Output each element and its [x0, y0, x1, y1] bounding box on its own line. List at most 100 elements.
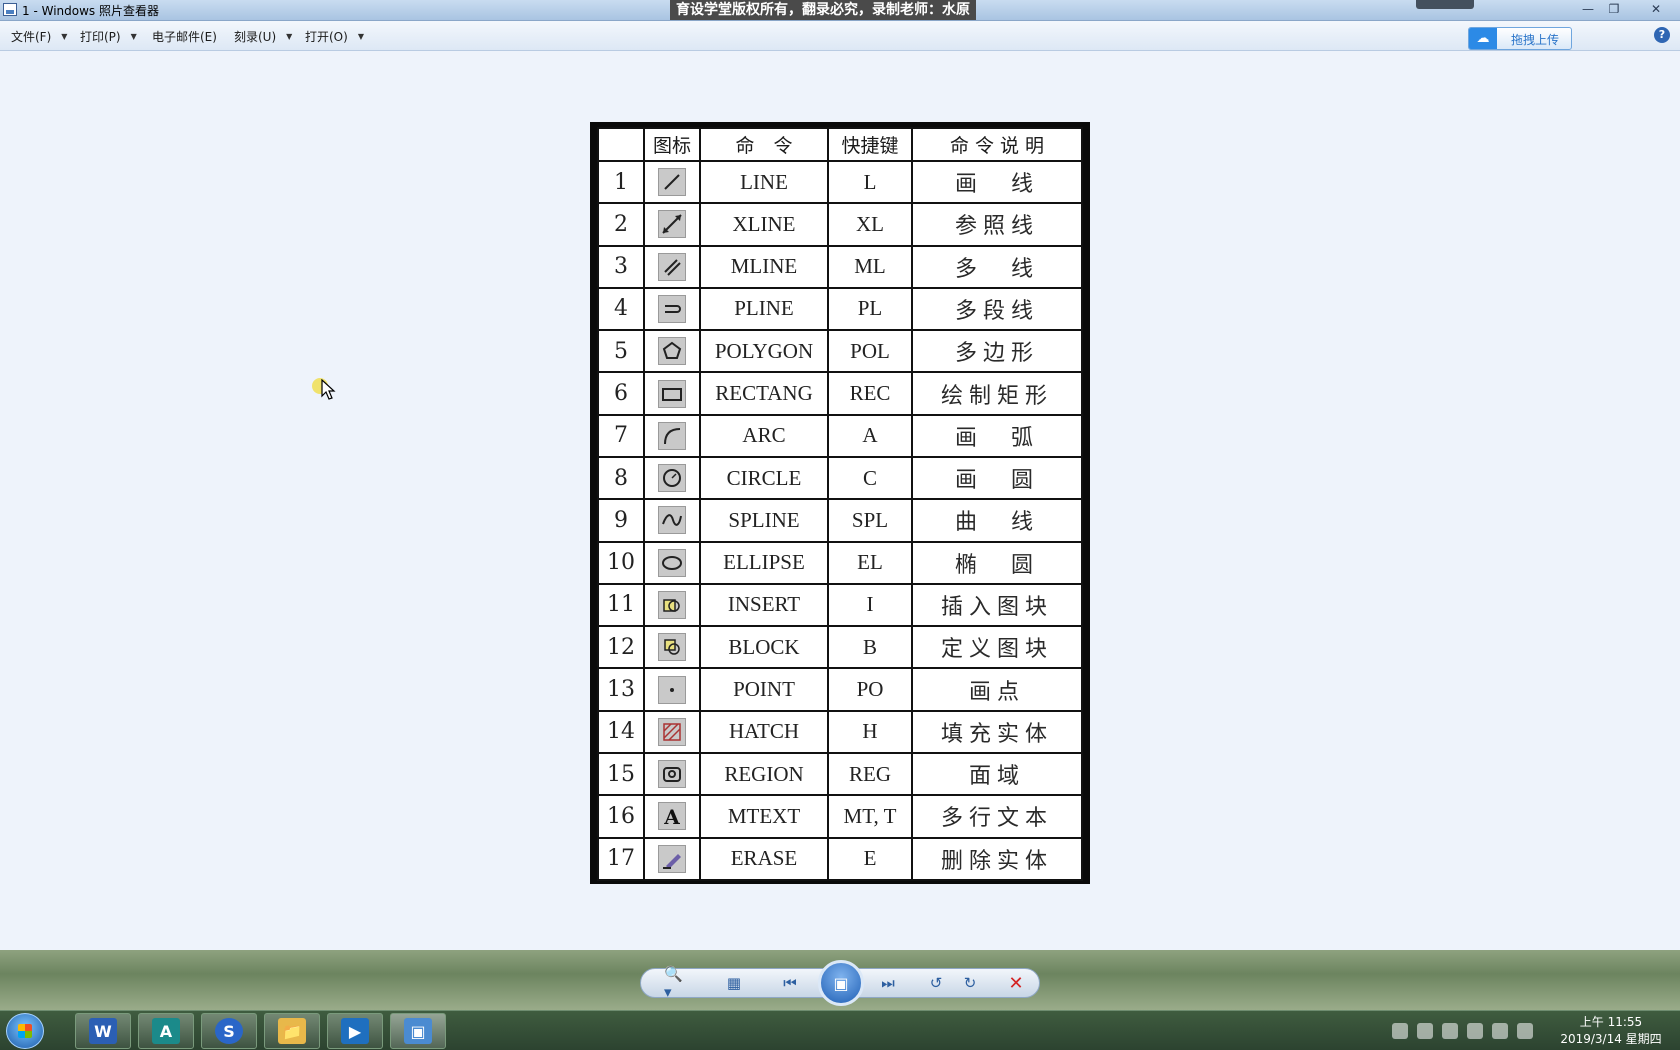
taskbar-autocad[interactable]: A [138, 1013, 194, 1049]
chevron-down-icon: ▼ [61, 32, 68, 41]
row-description: 插入图块 [911, 582, 1083, 628]
mtext-icon: A [658, 802, 686, 831]
row-icon-cell [643, 836, 701, 881]
taskbar-photo-viewer[interactable]: ▣ [390, 1013, 446, 1049]
row-command: MTEXT [699, 794, 829, 839]
menu-open-label: 打开(O) [305, 30, 348, 44]
row-command: CIRCLE [699, 455, 829, 501]
rotate-ccw-icon[interactable]: ↺ [924, 972, 948, 994]
row-command: BLOCK [699, 625, 829, 670]
menu-email[interactable]: 电子邮件(E) [152, 28, 217, 45]
table-row: 5 POLYGON POL 多边形 [597, 329, 1083, 374]
row-description: 删除实体 [911, 836, 1083, 881]
close-window-button[interactable]: ✕ [1640, 0, 1672, 18]
header-command: 命 令 [699, 127, 829, 162]
row-shortcut: REG [827, 751, 913, 797]
start-button[interactable] [6, 1013, 44, 1049]
row-icon-cell [643, 244, 701, 289]
rotate-cw-icon[interactable]: ↻ [958, 972, 982, 994]
taskbar-word[interactable]: W [75, 1013, 131, 1049]
row-command: PLINE [699, 286, 829, 332]
row-description: 画 圆 [911, 455, 1083, 501]
row-description: 面域 [911, 751, 1083, 797]
previous-icon[interactable]: ⏮ [778, 972, 802, 994]
chevron-down-icon: ▼ [130, 32, 137, 41]
help-icon[interactable]: ? [1654, 27, 1670, 43]
row-shortcut: PO [827, 667, 913, 712]
table-row: 12 BLOCK B 定义图块 [597, 625, 1083, 670]
row-index: 4 [597, 286, 645, 332]
row-icon-cell [643, 540, 701, 585]
cloud-icon[interactable] [1417, 1023, 1433, 1039]
taskbar-clock[interactable]: 上午 11:55 2019/3/14 星期四 [1548, 1014, 1674, 1048]
menu-print[interactable]: 打印(P) ▼ [80, 28, 137, 45]
row-icon-cell: A [643, 794, 701, 839]
network-icon[interactable] [1492, 1023, 1508, 1039]
volume-icon[interactable] [1517, 1023, 1533, 1039]
row-index: 10 [597, 540, 645, 585]
menu-burn-label: 刻录(U) [234, 30, 277, 44]
row-index: 13 [597, 667, 645, 712]
shield-icon[interactable] [1467, 1023, 1483, 1039]
polygon-icon [658, 337, 686, 366]
table-row: 9 SPLINE SPL 曲 线 [597, 498, 1083, 543]
row-shortcut: PL [827, 286, 913, 332]
region-icon [658, 760, 686, 789]
row-icon-cell [643, 582, 701, 628]
menu-file[interactable]: 文件(F) ▼ [11, 28, 67, 45]
zoom-icon[interactable]: 🔍▾ [664, 965, 688, 1001]
menu-print-label: 打印(P) [80, 30, 121, 44]
row-index: 2 [597, 202, 645, 247]
table-row: 17 ERASE E 删除实体 [597, 836, 1083, 881]
taskbar-sogou[interactable]: S [201, 1013, 257, 1049]
row-command: POLYGON [699, 329, 829, 374]
drag-upload-button[interactable]: ☁ 拖拽上传 [1468, 27, 1572, 50]
arc-icon [658, 421, 686, 450]
row-shortcut: POL [827, 329, 913, 374]
slideshow-icon[interactable]: ▣ [818, 960, 864, 1006]
row-shortcut: I [827, 582, 913, 628]
xline-icon [658, 210, 686, 239]
row-command: ELLIPSE [699, 540, 829, 585]
row-index: 14 [597, 709, 645, 754]
header-index [597, 127, 645, 162]
recorder-icon[interactable] [1442, 1023, 1458, 1039]
table-row: 16 A MTEXT MT, T 多行文本 [597, 794, 1083, 839]
next-icon[interactable]: ⏭ [876, 972, 900, 994]
row-shortcut: C [827, 455, 913, 501]
delete-icon[interactable]: ✕ [1004, 972, 1028, 994]
row-command: HATCH [699, 709, 829, 754]
recorder-handle[interactable] [1416, 0, 1474, 9]
taskbar-video[interactable]: ▶ [327, 1013, 383, 1049]
svg-text:A: A [663, 805, 680, 829]
menu-file-label: 文件(F) [11, 30, 52, 44]
keyboard-icon[interactable] [1392, 1023, 1408, 1039]
minimize-button[interactable]: — [1576, 0, 1600, 18]
row-index: 8 [597, 455, 645, 501]
row-icon-cell [643, 625, 701, 670]
row-shortcut: EL [827, 540, 913, 585]
maximize-button[interactable]: ❐ [1602, 0, 1626, 18]
row-description: 画 弧 [911, 413, 1083, 458]
menu-burn[interactable]: 刻录(U) ▼ [234, 28, 292, 45]
line-icon [658, 168, 686, 197]
row-shortcut: SPL [827, 498, 913, 543]
table-row: 1 LINE L 画 线 [597, 159, 1083, 205]
row-command: INSERT [699, 582, 829, 628]
row-icon-cell [643, 709, 701, 754]
row-icon-cell [643, 286, 701, 332]
header-shortcut: 快捷键 [827, 127, 913, 162]
clock-date: 2019/3/14 星期四 [1560, 1032, 1662, 1046]
row-command: MLINE [699, 244, 829, 289]
table-row: 2 XLINE XL 参照线 [597, 202, 1083, 247]
menu-open[interactable]: 打开(O) ▼ [305, 28, 364, 45]
row-icon-cell [643, 371, 701, 416]
row-index: 3 [597, 244, 645, 289]
table-row: 14 HATCH H 填充实体 [597, 709, 1083, 754]
actual-size-icon[interactable]: ▦ [722, 972, 746, 994]
row-command: REGION [699, 751, 829, 797]
word-icon: W [89, 1018, 117, 1044]
autocad-icon: A [152, 1018, 180, 1044]
taskbar-explorer[interactable]: 📁 [264, 1013, 320, 1049]
row-index: 12 [597, 625, 645, 670]
